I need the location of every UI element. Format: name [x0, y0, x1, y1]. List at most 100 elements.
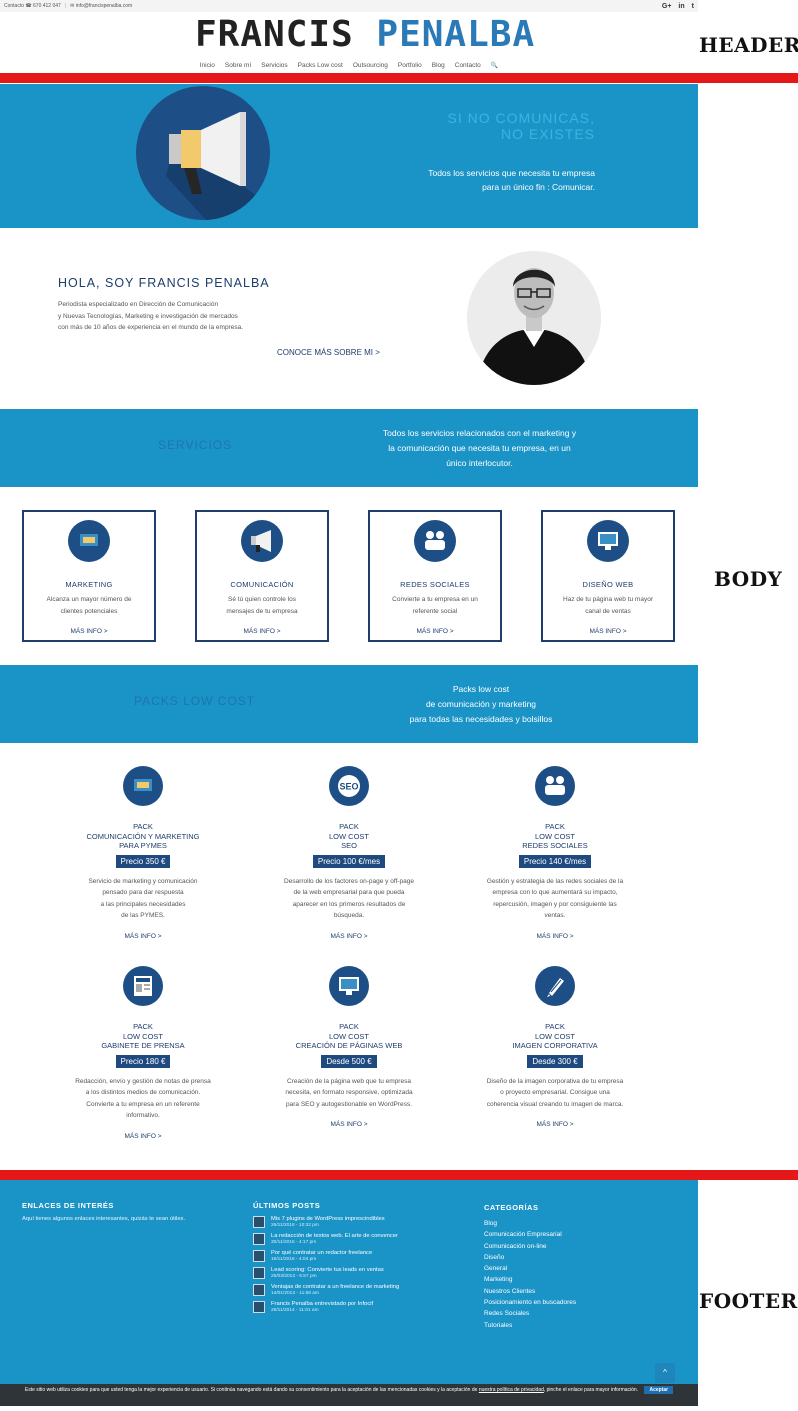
card-text: Sé tú quien controle los mensajes de tu …: [197, 594, 327, 618]
card-more-link[interactable]: MÁS INFO >: [370, 628, 500, 635]
service-card-redes-sociales[interactable]: REDES SOCIALES Convierte a tu empresa en…: [368, 510, 502, 642]
pack-price: Precio 180 €: [115, 1054, 171, 1068]
pack-imagen-corporativa: PACK LOW COST IMAGEN CORPORATIVA Desde 3…: [465, 966, 645, 1128]
post-title[interactable]: La redacción de textos web. El arte de c…: [271, 1233, 398, 1239]
category-link[interactable]: Redes Sociales: [484, 1308, 684, 1319]
nav-item-packs[interactable]: Packs Low cost: [298, 62, 343, 69]
footer-post[interactable]: Francis Penalba entrevistado por Infocif…: [253, 1301, 463, 1313]
category-link[interactable]: Nuestros Clientes: [484, 1286, 684, 1297]
pack-price: Desde 500 €: [321, 1054, 377, 1068]
category-link[interactable]: Comunicación on-line: [484, 1241, 684, 1252]
nav-item-inicio[interactable]: Inicio: [200, 62, 215, 69]
services-description-line-2: la comunicación que necesita tu empresa,…: [388, 443, 571, 453]
post-thumbnail[interactable]: [253, 1233, 265, 1245]
footer-post[interactable]: Ventajas de contratar a un freelance de …: [253, 1284, 463, 1296]
logo-part-1: FRANCIS: [195, 14, 354, 55]
post-title[interactable]: Francis Penalba entrevistado por Infocif: [271, 1301, 373, 1307]
search-icon[interactable]: 🔍: [491, 62, 498, 69]
megaphone-icon: [136, 86, 270, 220]
scroll-top-button[interactable]: ^: [655, 1363, 675, 1383]
pack-more-link[interactable]: MÁS INFO >: [53, 1133, 233, 1140]
hero-title-line-2: NO EXISTES: [500, 126, 595, 142]
post-title[interactable]: Ventajas de contratar a un freelance de …: [271, 1284, 399, 1290]
footer-post[interactable]: Lead scoring: Convierte tus leads en ven…: [253, 1267, 463, 1279]
card-title: DISEÑO WEB: [582, 580, 634, 589]
services-title: SERVICIOS: [158, 438, 233, 452]
nav-item-outsourcing[interactable]: Outsourcing: [353, 62, 388, 69]
pack-more-link[interactable]: MÁS INFO >: [53, 933, 233, 940]
card-text-line-2: referente social: [412, 607, 458, 615]
post-title[interactable]: Mis 7 plugins de WordPress imprescindibl…: [271, 1216, 385, 1222]
pack-more-link[interactable]: MÁS INFO >: [259, 1121, 439, 1128]
post-thumbnail[interactable]: [253, 1250, 265, 1262]
megaphone-icon: [241, 520, 283, 562]
nav-item-contacto[interactable]: Contacto: [455, 62, 481, 69]
category-link[interactable]: Posicionamiento en buscadores: [484, 1297, 684, 1308]
nav-item-sobre-mi[interactable]: Sobre mí: [225, 62, 251, 69]
pack-more-link[interactable]: MÁS INFO >: [259, 933, 439, 940]
post-thumbnail[interactable]: [253, 1216, 265, 1228]
contact-email[interactable]: ✉ info@francispenalba.com: [70, 3, 132, 9]
card-more-link[interactable]: MÁS INFO >: [24, 628, 154, 635]
category-link[interactable]: Comunicación Empresarial: [484, 1229, 684, 1240]
privacy-policy-link[interactable]: nuestra política de privacidad: [479, 1387, 544, 1393]
service-card-marketing[interactable]: MARKETING Alcanza un mayor número de cli…: [22, 510, 156, 642]
card-text: Alcanza un mayor número de clientes pote…: [24, 594, 154, 618]
about-text: Periodista especializado en Dirección de…: [58, 299, 298, 334]
contact-phone[interactable]: Contacto ☎ 670 412 047: [4, 3, 61, 9]
card-more-link[interactable]: MÁS INFO >: [197, 628, 327, 635]
post-title[interactable]: Lead scoring: Convierte tus leads en ven…: [271, 1267, 384, 1273]
footer-post[interactable]: La redacción de textos web. El arte de c…: [253, 1233, 463, 1245]
pack-title: PACK LOW COST CREACIÓN DE PÁGINAS WEB: [295, 1022, 403, 1050]
category-link[interactable]: Blog: [484, 1218, 684, 1229]
card-text-line-1: Sé tú quien controle los: [228, 596, 296, 603]
linkedin-icon[interactable]: in: [678, 3, 684, 10]
nav-item-portfolio[interactable]: Portfolio: [398, 62, 422, 69]
pack-text: Servicio de marketing y comunicación pen…: [88, 877, 198, 920]
about-text-line-3: con más de 10 años de experiencia en el …: [58, 324, 244, 331]
twitter-icon[interactable]: t: [692, 3, 694, 10]
pack-text: Redacción, envío y gestión de notas de p…: [75, 1077, 211, 1120]
category-link[interactable]: General: [484, 1263, 684, 1274]
pack-text: Creación de la página web que tu empresa…: [285, 1077, 413, 1108]
pack-more-link[interactable]: MÁS INFO >: [465, 933, 645, 940]
pack-text: Diseño de la imagen corporativa de tu em…: [486, 1077, 624, 1108]
nav-item-blog[interactable]: Blog: [432, 62, 445, 69]
social-network-icon: [414, 520, 456, 562]
footer-post[interactable]: Mis 7 plugins de WordPress imprescindibl…: [253, 1216, 463, 1228]
services-description-line-1: Todos los servicios relacionados con el …: [382, 428, 577, 438]
pack-title: PACK LOW COST SEO: [328, 822, 369, 850]
post-thumbnail[interactable]: [253, 1267, 265, 1279]
packs-description-line-1: Packs low cost: [452, 684, 510, 694]
post-thumbnail[interactable]: [253, 1301, 265, 1313]
card-text-line-2: mensajes de tu empresa: [226, 607, 298, 615]
about-more-link[interactable]: CONOCE MÁS SOBRE MI >: [277, 348, 380, 357]
post-date: 26/11/2018 - 10:32 pm: [271, 1223, 319, 1228]
site-logo[interactable]: FRANCIS PENALBA: [195, 14, 534, 56]
hero-title: SI NO COMUNICAS, NO EXISTES: [360, 110, 595, 142]
footer-post[interactable]: Por qué contratar un redactor freelance 1…: [253, 1250, 463, 1262]
service-card-comunicacion[interactable]: COMUNICACIÓN Sé tú quien controle los me…: [195, 510, 329, 642]
hero-subtitle-line-1: Todos los servicios que necesita tu empr…: [428, 168, 595, 178]
post-date: 14/01/2013 - 11:58 am: [271, 1291, 319, 1296]
category-link[interactable]: Marketing: [484, 1274, 684, 1285]
logo-part-2: PENALBA: [376, 14, 536, 55]
card-more-link[interactable]: MÁS INFO >: [543, 628, 673, 635]
nav-item-servicios[interactable]: Servicios: [261, 62, 287, 69]
site-footer: ENLACES DE INTERÉS Aquí tienes algunos e…: [0, 1180, 698, 1384]
category-link[interactable]: Tutoriales: [484, 1320, 684, 1331]
card-text-line-1: Alcanza un mayor número de: [46, 596, 132, 603]
post-title[interactable]: Por qué contratar un redactor freelance: [271, 1250, 372, 1256]
google-plus-icon[interactable]: G+: [662, 3, 672, 10]
pack-text: Gestión y estrategia de las redes social…: [486, 877, 624, 920]
post-thumbnail[interactable]: [253, 1284, 265, 1296]
pack-price: Desde 300 €: [527, 1054, 583, 1068]
hero-title-line-1: SI NO COMUNICAS,: [447, 110, 595, 126]
category-link[interactable]: Diseño: [484, 1252, 684, 1263]
pack-more-link[interactable]: MÁS INFO >: [465, 1121, 645, 1128]
marketing-icon: [123, 766, 163, 806]
service-card-diseno-web[interactable]: DISEÑO WEB Haz de tu página web tu mayor…: [541, 510, 675, 642]
accept-cookies-button[interactable]: Aceptar: [644, 1386, 674, 1394]
pen-icon: [535, 966, 575, 1006]
svg-text:SEO: SEO: [339, 782, 358, 792]
